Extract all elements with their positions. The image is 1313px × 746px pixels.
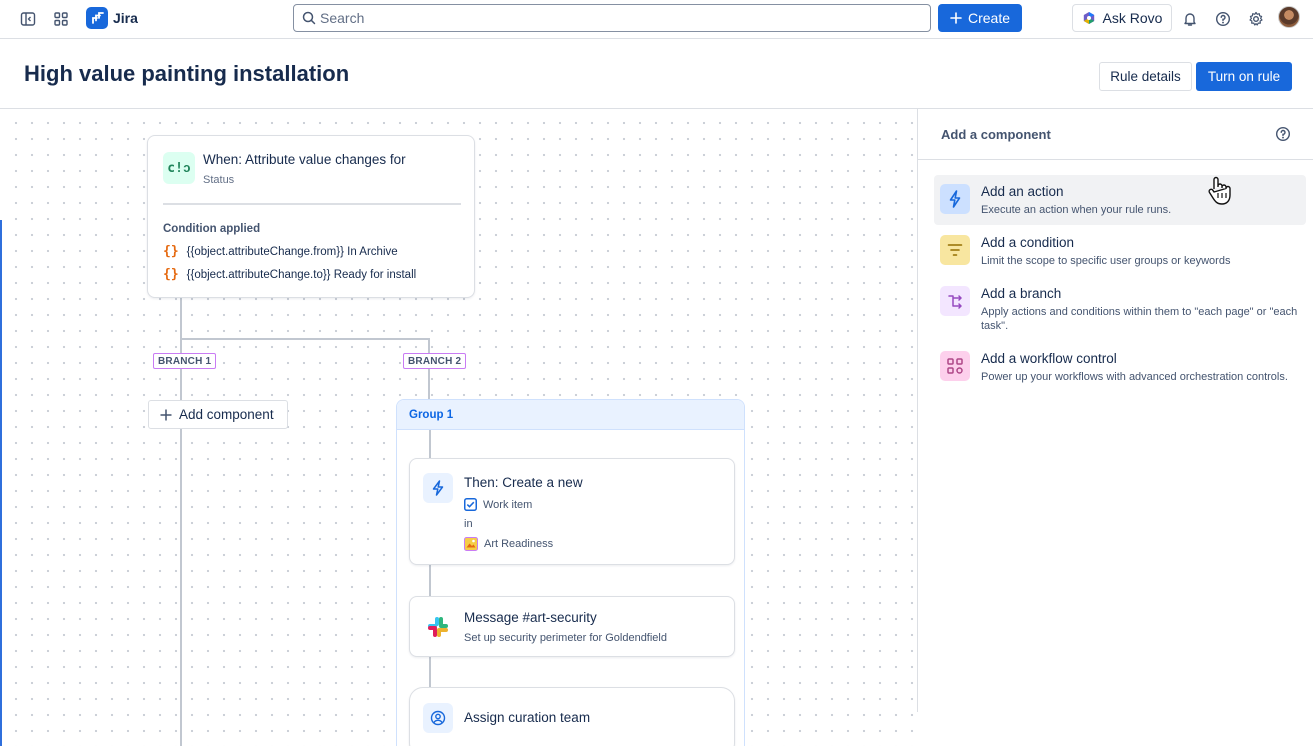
- ask-rovo-label: Ask Rovo: [1102, 10, 1163, 26]
- branch-1-tag[interactable]: BRANCH 1: [153, 353, 217, 369]
- condition-row: {} {{object.attributeChange.from}} In Ar…: [163, 244, 398, 259]
- lightning-icon: [423, 473, 453, 503]
- create-label: Create: [967, 10, 1011, 26]
- add-branch-option[interactable]: Add a branch Apply actions and condition…: [934, 277, 1306, 341]
- group-container[interactable]: Group 1 Then: Create a new Work item in …: [396, 399, 745, 746]
- app-switcher-icon[interactable]: [50, 8, 72, 30]
- panel-title: Add a component: [941, 127, 1051, 142]
- assign-team-card[interactable]: Assign curation team: [409, 687, 735, 746]
- condition-value: Ready for install: [333, 268, 417, 281]
- create-work-item-card[interactable]: Then: Create a new Work item in Art Read…: [409, 458, 735, 565]
- turn-on-rule-button[interactable]: Turn on rule: [1196, 62, 1292, 91]
- condition-value: In Archive: [347, 245, 398, 258]
- trigger-title: When: Attribute value changes for: [203, 152, 406, 167]
- branch-icon: [940, 286, 970, 316]
- slack-message-card[interactable]: Message #art-security Set up security pe…: [409, 596, 735, 657]
- project-label: Art Readiness: [484, 538, 554, 550]
- action-title: Message #art-security: [464, 610, 597, 625]
- trigger-subtitle: Status: [203, 174, 235, 186]
- divider: [918, 159, 1313, 160]
- bell-icon[interactable]: [1179, 8, 1201, 30]
- filter-icon: [940, 235, 970, 265]
- group-header: Group 1: [397, 400, 744, 430]
- divider: [163, 203, 461, 205]
- search-icon: [302, 11, 316, 30]
- user-icon: [423, 703, 453, 733]
- condition-expression: {{object.attributeChange.from}}: [186, 245, 344, 258]
- rovo-icon: [1083, 12, 1094, 24]
- help-icon[interactable]: [1275, 126, 1291, 147]
- project-avatar-icon: [464, 537, 478, 551]
- sidebar-toggle-icon[interactable]: [17, 8, 39, 30]
- option-title: Add an action: [981, 184, 1064, 199]
- create-button[interactable]: Create: [938, 4, 1022, 32]
- option-description: Apply actions and conditions within them…: [981, 306, 1298, 332]
- add-workflow-control-option[interactable]: Add a workflow control Power up your wor…: [934, 342, 1306, 406]
- add-component-label: Add component: [179, 407, 274, 422]
- option-description: Execute an action when your rule runs.: [981, 204, 1172, 216]
- workflow-control-icon: [940, 351, 970, 381]
- add-condition-option[interactable]: Add a condition Limit the scope to speci…: [934, 226, 1306, 276]
- connector-line: [180, 338, 430, 340]
- page-title: High value painting installation: [24, 61, 350, 86]
- action-title: Then: Create a new: [464, 475, 583, 490]
- rule-canvas[interactable]: c!ↄ When: Attribute value changes for St…: [2, 109, 917, 746]
- group-title: Group 1: [409, 409, 454, 421]
- action-subtitle: Set up security perimeter for Goldendfie…: [464, 632, 667, 644]
- condition-label: Condition applied: [163, 223, 261, 235]
- search-input[interactable]: [320, 9, 910, 27]
- connector-line: [428, 338, 430, 400]
- plus-icon: [160, 409, 172, 420]
- brand-name[interactable]: Jira: [113, 10, 138, 26]
- search-box[interactable]: [293, 4, 931, 32]
- work-item-type: Work item: [464, 498, 532, 511]
- option-description: Power up your workflows with advanced or…: [981, 371, 1288, 383]
- plus-icon: [950, 12, 962, 24]
- ask-rovo-button[interactable]: Ask Rovo: [1072, 4, 1172, 32]
- branch-2-tag[interactable]: BRANCH 2: [403, 353, 467, 369]
- attribute-change-icon: c!ↄ: [163, 152, 195, 184]
- condition-row: {} {{object.attributeChange.to}} Ready f…: [163, 267, 416, 282]
- hand-pointer-cursor-icon: [1206, 175, 1234, 212]
- option-title: Add a branch: [981, 286, 1062, 301]
- condition-expression: {{object.attributeChange.to}}: [186, 268, 331, 281]
- help-icon[interactable]: [1212, 8, 1234, 30]
- slack-icon: [423, 612, 453, 642]
- braces-icon: {}: [163, 244, 179, 259]
- braces-icon: {}: [163, 267, 179, 282]
- option-title: Add a workflow control: [981, 351, 1117, 366]
- add-component-panel: Add a component Add an action Execute an…: [917, 109, 1313, 712]
- option-title: Add a condition: [981, 235, 1075, 250]
- project-name: Art Readiness: [464, 537, 553, 551]
- trigger-card[interactable]: c!ↄ When: Attribute value changes for St…: [147, 135, 475, 298]
- settings-icon[interactable]: [1245, 8, 1267, 30]
- add-component-button[interactable]: Add component: [148, 400, 288, 429]
- action-title: Assign curation team: [464, 710, 591, 725]
- in-label: in: [464, 518, 473, 530]
- jira-logo-icon[interactable]: [86, 7, 108, 29]
- work-item-label: Work item: [483, 498, 533, 511]
- rule-details-button[interactable]: Rule details: [1099, 62, 1192, 91]
- add-action-option[interactable]: Add an action Execute an action when you…: [934, 175, 1306, 225]
- lightning-icon: [940, 184, 970, 214]
- avatar[interactable]: [1278, 6, 1300, 28]
- option-description: Limit the scope to specific user groups …: [981, 255, 1231, 267]
- top-navigation: Jira Create Ask Rovo: [0, 0, 1313, 39]
- checkbox-task-icon: [464, 498, 477, 511]
